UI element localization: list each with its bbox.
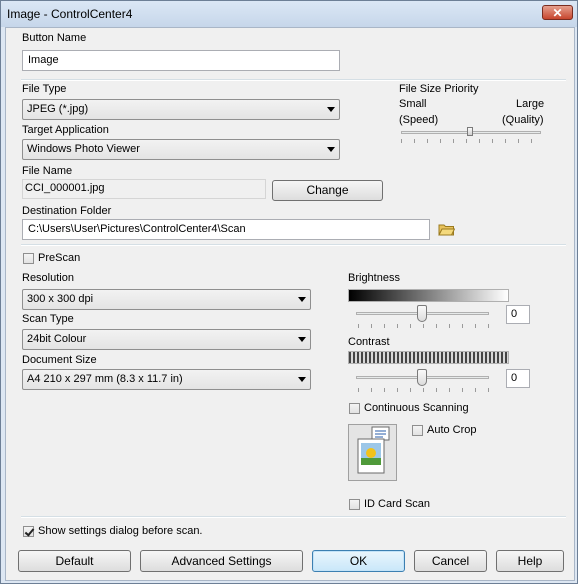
auto-crop-label: Auto Crop (427, 424, 477, 436)
brightness-slider-thumb[interactable] (417, 305, 427, 322)
title-bar[interactable]: Image - ControlCenter4 ✕ (1, 1, 577, 27)
contrast-label: Contrast (348, 336, 390, 348)
contrast-pattern-bar (348, 351, 509, 364)
separator (21, 244, 566, 246)
scan-type-select[interactable]: 24bit Colour (22, 329, 311, 350)
auto-crop-checkbox[interactable] (412, 425, 423, 436)
file-size-large-label: Large (516, 98, 545, 110)
auto-crop-illustration (348, 424, 397, 481)
document-size-select[interactable]: A4 210 x 297 mm (8.3 x 11.7 in) (22, 369, 311, 390)
file-name-label: File Name (22, 165, 73, 177)
separator (21, 79, 566, 81)
window-title: Image - ControlCenter4 (7, 7, 133, 21)
chevron-down-icon (327, 107, 335, 112)
separator (21, 516, 566, 518)
destination-folder-input[interactable]: C:\Users\User\Pictures\ControlCenter4\Sc… (22, 219, 430, 240)
file-type-value: JPEG (*.jpg) (27, 103, 89, 115)
document-size-label: Document Size (22, 354, 97, 366)
file-size-quality-label: (Quality) (502, 114, 544, 126)
resolution-label: Resolution (22, 272, 74, 284)
button-name-input[interactable]: Image (22, 50, 340, 71)
ok-button[interactable]: OK (312, 550, 405, 572)
brightness-value-input[interactable]: 0 (506, 305, 530, 324)
continuous-scanning-label: Continuous Scanning (364, 402, 469, 414)
resolution-value: 300 x 300 dpi (27, 293, 94, 305)
help-button[interactable]: Help (496, 550, 564, 572)
scan-type-label: Scan Type (22, 313, 74, 325)
target-application-value: Windows Photo Viewer (27, 143, 140, 155)
file-size-slider-thumb[interactable] (467, 127, 473, 136)
close-button[interactable]: ✕ (542, 5, 573, 20)
change-button[interactable]: Change (272, 180, 383, 201)
target-application-select[interactable]: Windows Photo Viewer (22, 139, 340, 160)
id-card-scan-checkbox[interactable] (349, 499, 360, 510)
file-type-select[interactable]: JPEG (*.jpg) (22, 99, 340, 120)
chevron-down-icon (327, 147, 335, 152)
advanced-settings-button[interactable]: Advanced Settings (140, 550, 303, 572)
chevron-down-icon (298, 337, 306, 342)
dialog-content: Button Name Image File Type JPEG (*.jpg)… (5, 27, 575, 581)
default-button[interactable]: Default (18, 550, 131, 572)
brightness-slider-ticks (358, 324, 489, 328)
contrast-slider-ticks (358, 388, 489, 392)
contrast-value-input[interactable]: 0 (506, 369, 530, 388)
resolution-select[interactable]: 300 x 300 dpi (22, 289, 311, 310)
file-size-slider-ticks (401, 139, 543, 143)
prescan-checkbox[interactable] (23, 253, 34, 264)
show-settings-checkbox[interactable] (23, 526, 34, 537)
chevron-down-icon (298, 297, 306, 302)
file-name-field: CCI_000001.jpg (22, 179, 266, 199)
file-size-speed-label: (Speed) (399, 114, 439, 126)
show-settings-label: Show settings dialog before scan. (38, 525, 203, 537)
destination-folder-label: Destination Folder (22, 205, 112, 217)
file-size-small-label: Small (399, 98, 427, 110)
target-application-label: Target Application (22, 124, 109, 136)
document-size-value: A4 210 x 297 mm (8.3 x 11.7 in) (27, 373, 183, 385)
id-card-scan-label: ID Card Scan (364, 498, 431, 510)
continuous-scanning-checkbox[interactable] (349, 403, 360, 414)
photo-stack-icon (357, 426, 390, 474)
folder-icon[interactable] (438, 223, 456, 236)
brightness-gradient-bar (348, 289, 509, 302)
cancel-button[interactable]: Cancel (414, 550, 487, 572)
dialog-window: Image - ControlCenter4 ✕ Button Name Ima… (0, 0, 578, 584)
contrast-slider-thumb[interactable] (417, 369, 427, 386)
brightness-label: Brightness (348, 272, 400, 284)
scan-type-value: 24bit Colour (27, 333, 87, 345)
prescan-label: PreScan (38, 252, 81, 264)
chevron-down-icon (298, 377, 306, 382)
button-name-label: Button Name (22, 32, 87, 44)
file-type-label: File Type (22, 83, 67, 95)
file-size-priority-label: File Size Priority (399, 83, 479, 95)
